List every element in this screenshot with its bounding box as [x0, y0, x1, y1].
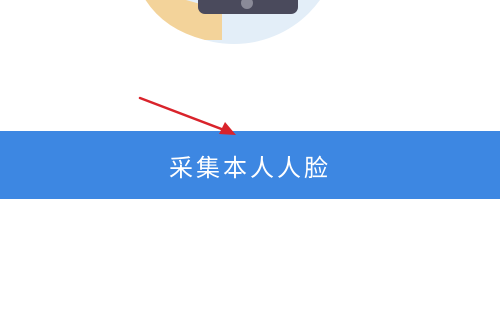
- face-scan-illustration-icon: [145, 0, 320, 44]
- capture-face-button-label: 采集本人人脸: [169, 153, 331, 182]
- face-capture-screen: 采集本人人脸: [0, 0, 500, 309]
- capture-face-button[interactable]: 采集本人人脸: [0, 131, 500, 199]
